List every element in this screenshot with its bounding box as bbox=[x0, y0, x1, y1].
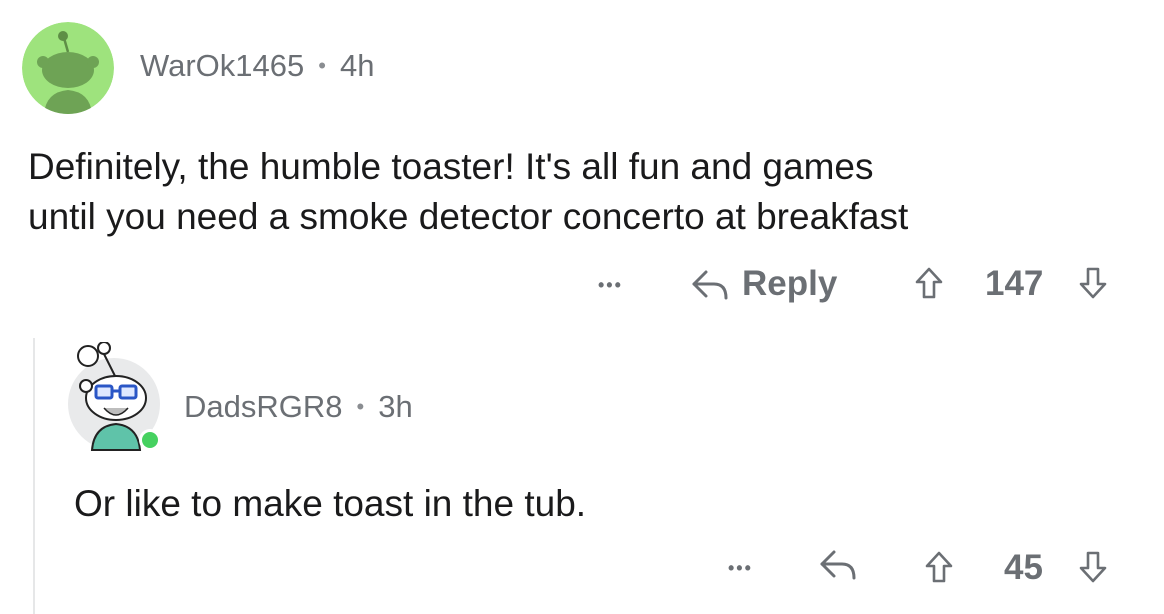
thread-line[interactable] bbox=[33, 338, 35, 614]
more-options-button[interactable]: ••• bbox=[598, 270, 623, 300]
more-options-button[interactable]: ••• bbox=[728, 553, 753, 583]
comment-author[interactable]: WarOk1465 bbox=[140, 48, 304, 84]
comment-meta: WarOk1465 • 4h bbox=[140, 48, 374, 84]
comment-time: 4h bbox=[339, 48, 375, 83]
reply-button[interactable]: Reply bbox=[690, 262, 837, 306]
upvote-arrow-icon bbox=[914, 266, 944, 300]
comment-body-line-2: until you need a smoke detector concerto… bbox=[28, 196, 909, 237]
upvote-button[interactable] bbox=[914, 266, 944, 300]
reply-button[interactable] bbox=[818, 548, 858, 580]
reply-meta: DadsRGR8 • 3h bbox=[184, 389, 413, 425]
vote-score: 147 bbox=[985, 264, 1043, 304]
downvote-arrow-icon bbox=[1078, 550, 1108, 584]
reply-author[interactable]: DadsRGR8 bbox=[184, 389, 343, 425]
reply-arrow-icon bbox=[818, 548, 858, 580]
avatar[interactable] bbox=[66, 342, 162, 452]
comment-body-line-1: Definitely, the humble toaster! It's all… bbox=[28, 146, 874, 187]
more-options-label: ••• bbox=[598, 274, 623, 295]
meta-separator: • bbox=[318, 53, 326, 78]
snoo-avatar-icon bbox=[68, 342, 161, 451]
online-status-indicator bbox=[142, 432, 158, 448]
reply-arrow-icon bbox=[690, 268, 730, 300]
more-options-label: ••• bbox=[728, 557, 753, 578]
downvote-button[interactable] bbox=[1078, 266, 1108, 300]
vote-score-label: 147 bbox=[985, 264, 1044, 303]
reply-time: 3h bbox=[378, 389, 413, 424]
upvote-arrow-icon bbox=[924, 550, 954, 584]
vote-score-label: 45 bbox=[1004, 548, 1043, 587]
avatar[interactable] bbox=[22, 22, 114, 114]
snoo-avatar-icon bbox=[22, 22, 114, 114]
downvote-button[interactable] bbox=[1078, 550, 1108, 584]
reply-body: Or like to make toast in the tub. bbox=[74, 483, 587, 524]
reply-label: Reply bbox=[742, 264, 838, 303]
upvote-button[interactable] bbox=[924, 550, 954, 584]
meta-separator: • bbox=[356, 394, 365, 419]
downvote-arrow-icon bbox=[1078, 266, 1108, 300]
comment-thread: WarOk1465 • 4h Definitely, the humble to… bbox=[0, 0, 1164, 614]
vote-score: 45 bbox=[1004, 548, 1043, 588]
